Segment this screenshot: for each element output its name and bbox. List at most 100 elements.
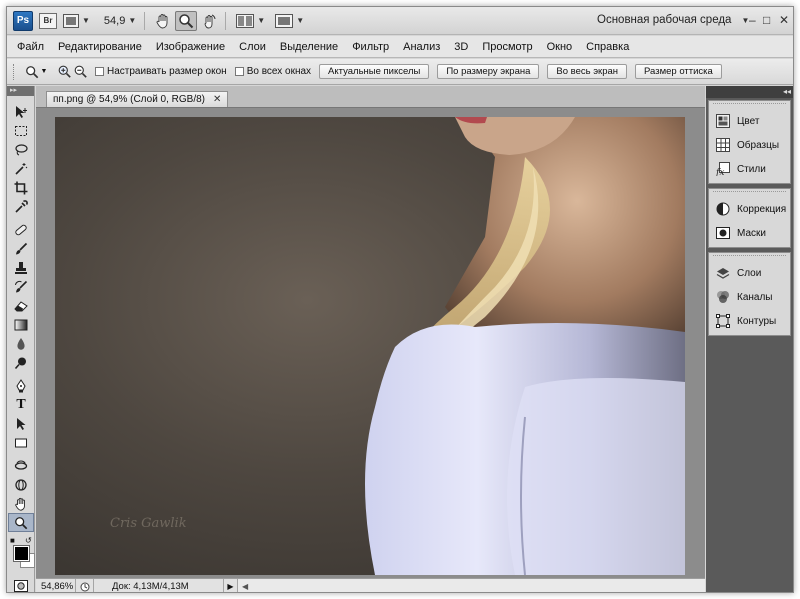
panel-group-adjustments: Коррекция Маски bbox=[708, 188, 791, 248]
shape-icon bbox=[15, 438, 27, 447]
scroll-left-arrow[interactable]: ◀ bbox=[242, 582, 248, 591]
panel-group-color: Цвет Образцы fx Стили bbox=[708, 100, 791, 184]
panel-grip[interactable] bbox=[713, 191, 786, 195]
default-colors-icon[interactable]: ■ bbox=[10, 536, 15, 545]
toolbox-header[interactable]: ▸▸ bbox=[7, 86, 34, 96]
screen-mode-button[interactable]: ▼ bbox=[275, 11, 304, 31]
options-grip[interactable] bbox=[13, 63, 17, 80]
healing-brush-tool[interactable] bbox=[8, 220, 34, 239]
panel-swatches[interactable]: Образцы bbox=[709, 133, 790, 157]
minimize-button[interactable]: – bbox=[749, 13, 756, 27]
type-tool[interactable]: T bbox=[8, 395, 34, 414]
fit-screen-button[interactable]: По размеру экрана bbox=[437, 64, 540, 79]
zoom-dropdown-icon[interactable]: ▼ bbox=[128, 16, 136, 25]
history-brush-tool[interactable] bbox=[8, 277, 34, 296]
rotate-view-button[interactable] bbox=[201, 11, 217, 31]
resize-windows-checkbox[interactable]: Настраивать размер окон bbox=[95, 66, 227, 77]
hand-tool[interactable] bbox=[8, 494, 34, 513]
tool-preset-picker[interactable]: ▼ bbox=[23, 63, 49, 81]
history-brush-icon bbox=[15, 280, 28, 292]
menu-filter[interactable]: Фильтр bbox=[352, 41, 389, 53]
photoshop-window: Ps Br ▼ 54,9 ▼ ▼ ▼ Основная рабочая сред… bbox=[6, 6, 794, 593]
panel-channels[interactable]: Каналы bbox=[709, 285, 790, 309]
screen-mode-icon bbox=[275, 13, 294, 28]
zoom-tool-button[interactable] bbox=[175, 10, 198, 31]
magic-wand-tool[interactable] bbox=[8, 159, 34, 178]
maximize-button[interactable]: □ bbox=[763, 13, 770, 27]
panel-masks[interactable]: Маски bbox=[709, 221, 790, 245]
panel-grip[interactable] bbox=[713, 255, 786, 259]
close-button[interactable]: ✕ bbox=[779, 13, 789, 27]
swap-colors-icon[interactable]: ↺ bbox=[25, 536, 32, 545]
clone-stamp-tool[interactable] bbox=[8, 258, 34, 277]
eraser-tool[interactable] bbox=[8, 296, 34, 315]
menu-image[interactable]: Изображение bbox=[156, 41, 225, 53]
status-zoom-field[interactable]: 54,86% bbox=[36, 579, 76, 592]
image-canvas[interactable]: Cris Gawlik bbox=[55, 117, 685, 575]
panel-styles[interactable]: fx Стили bbox=[709, 157, 790, 181]
zoom-out-button[interactable] bbox=[73, 65, 87, 79]
panel-dock-header[interactable]: ◂◂ bbox=[706, 86, 793, 98]
zoom-tool[interactable] bbox=[8, 513, 34, 532]
status-menu-arrow[interactable]: ▶ bbox=[224, 579, 238, 592]
type-icon: T bbox=[16, 396, 26, 412]
arrange-documents-button[interactable]: ▼ bbox=[236, 11, 265, 31]
blur-tool[interactable] bbox=[8, 334, 34, 353]
eyedropper-tool[interactable] bbox=[8, 197, 34, 216]
panel-adjustments[interactable]: Коррекция bbox=[709, 197, 790, 221]
brush-icon bbox=[16, 242, 28, 254]
panel-paths[interactable]: Контуры bbox=[709, 309, 790, 333]
brush-tool[interactable] bbox=[8, 239, 34, 258]
bridge-button[interactable]: Br bbox=[39, 11, 57, 31]
panel-label: Стили bbox=[737, 163, 766, 175]
blur-icon bbox=[17, 337, 25, 350]
gradient-tool[interactable] bbox=[8, 315, 34, 334]
document-tab[interactable]: пп.png @ 54,9% (Слой 0, RGB/8) ✕ bbox=[46, 91, 229, 107]
crop-tool[interactable] bbox=[8, 178, 34, 197]
minibridge-button[interactable]: ▼ bbox=[63, 11, 90, 31]
status-preview-button[interactable] bbox=[76, 579, 94, 592]
workspace-switcher[interactable]: Основная рабочая среда ▼ bbox=[597, 14, 749, 26]
checkbox-box[interactable] bbox=[95, 67, 104, 76]
panel-grip[interactable] bbox=[713, 103, 786, 107]
panel-layers[interactable]: Слои bbox=[709, 261, 790, 285]
menu-window[interactable]: Окно bbox=[547, 41, 573, 53]
actual-pixels-button[interactable]: Актуальные пикселы bbox=[319, 64, 430, 79]
3d-rotate-icon bbox=[14, 460, 28, 470]
fill-screen-button[interactable]: Во весь экран bbox=[547, 64, 628, 79]
eyedropper-icon bbox=[15, 199, 28, 213]
zoom-in-button[interactable] bbox=[57, 65, 71, 79]
menu-help[interactable]: Справка bbox=[586, 41, 629, 53]
move-tool[interactable] bbox=[8, 102, 34, 121]
shape-tool[interactable] bbox=[8, 433, 34, 452]
dodge-tool[interactable] bbox=[8, 353, 34, 372]
menu-layer[interactable]: Слои bbox=[239, 41, 266, 53]
menu-view[interactable]: Просмотр bbox=[482, 41, 532, 53]
marquee-tool[interactable] bbox=[8, 121, 34, 140]
quick-mask-button[interactable] bbox=[8, 576, 34, 592]
crop-icon bbox=[14, 181, 28, 194]
pen-tool[interactable] bbox=[8, 376, 34, 395]
print-size-button[interactable]: Размер оттиска bbox=[635, 64, 722, 79]
menu-file[interactable]: Файл bbox=[17, 41, 44, 53]
pen-icon bbox=[16, 378, 26, 392]
menu-3d[interactable]: 3D bbox=[454, 41, 468, 53]
zoom-level-field[interactable]: 54,9 bbox=[104, 15, 125, 27]
menu-edit[interactable]: Редактирование bbox=[58, 41, 142, 53]
hand-tool-button[interactable] bbox=[155, 11, 171, 31]
close-tab-icon[interactable]: ✕ bbox=[213, 94, 221, 105]
move-icon bbox=[16, 105, 27, 118]
3d-orbit-tool[interactable] bbox=[8, 475, 34, 494]
zoom-icon bbox=[25, 65, 38, 78]
path-selection-tool[interactable] bbox=[8, 414, 34, 433]
panel-color[interactable]: Цвет bbox=[709, 109, 790, 133]
film-icon bbox=[63, 13, 79, 28]
lasso-tool[interactable] bbox=[8, 140, 34, 159]
all-windows-checkbox[interactable]: Во всех окнах bbox=[234, 66, 311, 77]
3d-rotate-tool[interactable] bbox=[8, 456, 34, 475]
horizontal-scrollbar[interactable]: ◀ bbox=[238, 579, 705, 592]
checkbox-box[interactable] bbox=[234, 67, 244, 76]
menu-analysis[interactable]: Анализ bbox=[403, 41, 440, 53]
menu-select[interactable]: Выделение bbox=[280, 41, 338, 53]
foreground-color[interactable] bbox=[13, 545, 30, 562]
